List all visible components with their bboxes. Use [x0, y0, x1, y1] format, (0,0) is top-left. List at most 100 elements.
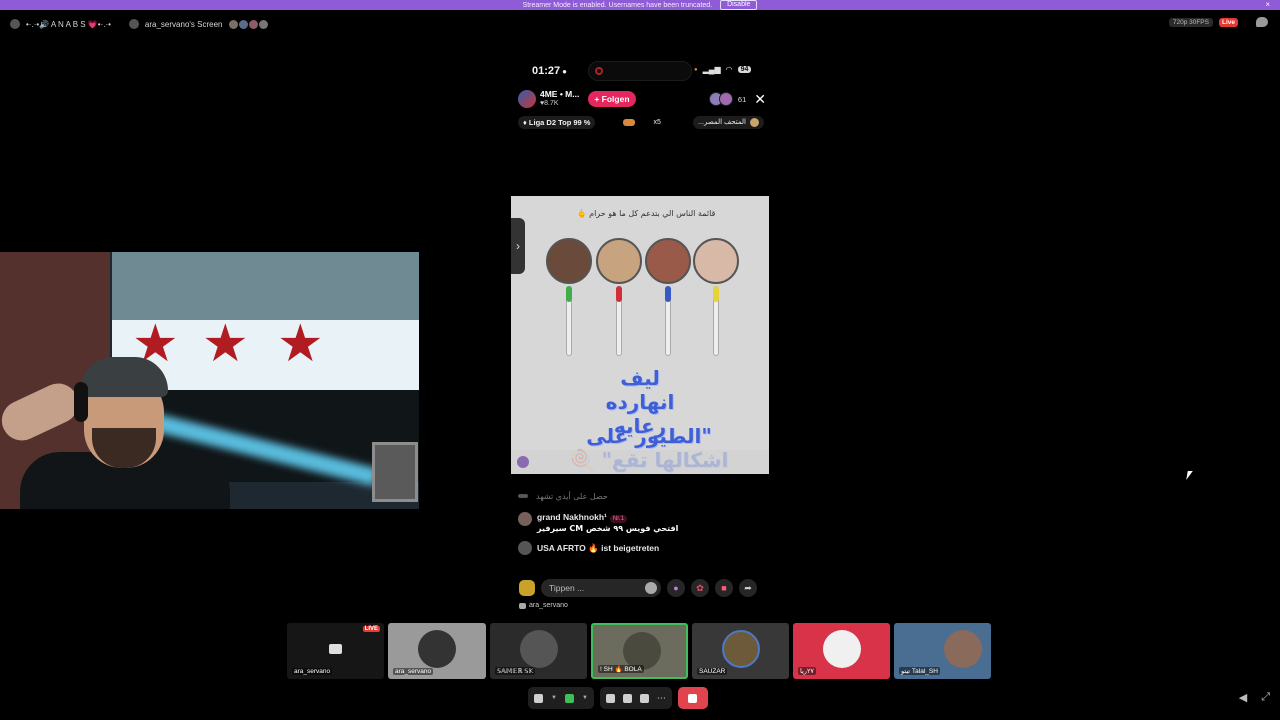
chat-text: افتحي فويس ٩٩ شخص CM سيرفير: [537, 524, 679, 533]
gift-box-icon[interactable]: ■: [715, 579, 733, 597]
participant-tile-speaking[interactable]: ! SH 🔥 BOLA: [591, 623, 688, 679]
lollipop-photo: [596, 238, 642, 356]
chevron-down-icon[interactable]: ▼: [551, 695, 557, 701]
speaker-icon: [10, 19, 20, 29]
call-header: •·.·•🔊 A N A B S 💗•·.·• ara_servano's Sc…: [10, 16, 268, 32]
tile-label: ara_servano: [292, 668, 333, 675]
join-notice: USA AFRTO 🔥 ist beigetreten: [518, 541, 768, 555]
host-name: 4ME • M...: [540, 89, 580, 99]
participant-tile[interactable]: تيتو Talal_SH: [894, 623, 991, 679]
chat-toggle-icon[interactable]: [519, 580, 535, 596]
live-info-row: ♦ Liga D2 Top 99 % x5 ...المتحف المصر: [518, 115, 764, 129]
lollipop-photo: [645, 238, 691, 356]
live-host-row: 4ME • M... ♥8.7K + Folgen 61 ✕: [518, 89, 766, 109]
picture-frame: [372, 442, 418, 502]
media-controls: ▼ ▼: [528, 687, 594, 709]
stream-info: 720p 30FPS Live: [1168, 17, 1268, 27]
view-controls: ◀ ⤢: [1239, 691, 1270, 704]
comment-bar: Tippen ... ● ✿ ■ ➦: [519, 579, 767, 597]
live-badge: Live: [1218, 17, 1238, 27]
soundboard-icon[interactable]: [639, 693, 649, 703]
participant-tile[interactable]: 𝕊𝔸𝕄𝔼ℝ 𝕊𝕂: [490, 623, 587, 679]
banner-text: Streamer Mode is enabled. Usernames have…: [522, 1, 713, 9]
phone-time: 01:27: [532, 65, 561, 77]
fullscreen-icon[interactable]: ⤢: [1261, 691, 1270, 704]
stream-video-card: › قائمة الناس الي بتدعم كل ما هو حرام 🖕 …: [511, 196, 769, 474]
gift-indicator: x5: [623, 118, 661, 126]
action-controls: ⋯: [599, 687, 672, 709]
overlay-avatar: [517, 456, 529, 468]
screen-title: ara_servano's Screen: [144, 19, 223, 29]
lollipop-photo: [693, 238, 739, 356]
screen-share-icon[interactable]: [605, 693, 615, 703]
participant-tile[interactable]: ٢٧ريا: [793, 623, 890, 679]
tile-label: ! SH 🔥 BOLA: [598, 665, 644, 673]
volume-icon[interactable]: ◀: [1239, 691, 1247, 704]
disable-streamer-mode-button[interactable]: Disable: [720, 0, 758, 10]
chat-username[interactable]: grand Nakhnokh¹: [537, 512, 607, 522]
tile-label: ٢٧ريا: [798, 667, 816, 675]
chat-avatar: [518, 512, 532, 526]
streamer-tag: ara_servano: [519, 602, 568, 609]
microphone-icon[interactable]: [534, 693, 543, 703]
tile-label: تيتو Talal_SH: [899, 667, 940, 675]
voice-channel-name[interactable]: •·.·•🔊 A N A B S 💗•·.·•: [26, 20, 111, 29]
camera-icon[interactable]: [564, 693, 574, 703]
watcher-avatars[interactable]: [228, 19, 268, 29]
dynamic-island: [588, 61, 692, 81]
record-icon: [595, 67, 603, 75]
orange-dot-icon: ●: [694, 66, 698, 73]
comment-input[interactable]: Tippen ...: [541, 579, 661, 597]
gift-icon: [623, 118, 636, 126]
wifi-icon: ◠: [725, 65, 733, 74]
chat-icon[interactable]: [1256, 17, 1268, 27]
chat-message-faded: حصل على أيدي تشهد: [518, 489, 768, 503]
share-icon[interactable]: ➦: [739, 579, 757, 597]
more-icon[interactable]: ⋯: [657, 693, 666, 704]
streamer-mode-banner: Streamer Mode is enabled. Usernames have…: [0, 0, 1280, 10]
participant-tiles: LIVE ara_servano ara_servano 𝕊𝔸𝕄𝔼ℝ 𝕊𝕂 ! …: [287, 623, 991, 679]
end-stream-button[interactable]: [677, 687, 708, 709]
live-chat: حصل على أيدي تشهد grand Nakhnokh¹ Nr.1 اف…: [518, 489, 768, 555]
viewer-count: 61: [737, 94, 747, 104]
card-overlay-row: [511, 450, 769, 474]
side-panel-tab[interactable]: ›: [511, 218, 525, 274]
tile-label: SAUZAR: [697, 668, 728, 675]
people-icon[interactable]: ●: [667, 579, 685, 597]
rank-badge[interactable]: ...المتحف المصر: [693, 115, 764, 129]
end-stream-icon: [688, 693, 698, 703]
mouse-cursor: [1186, 471, 1193, 480]
host-likes: ♥8.7K: [540, 100, 559, 107]
close-icon[interactable]: ×: [1265, 0, 1270, 10]
faded-avatar: [518, 494, 528, 498]
emoji-icon[interactable]: [645, 582, 657, 594]
person-icon: ●: [562, 66, 567, 76]
chat-message: grand Nakhnokh¹ Nr.1 افتحي فويس ٩٩ شخص CM…: [518, 512, 768, 533]
small-chat-icon: [519, 602, 526, 609]
tile-live-badge: LIVE: [362, 626, 380, 632]
tile-label: 𝕊𝔸𝕄𝔼ℝ 𝕊𝕂: [495, 667, 536, 675]
viewer-avatars[interactable]: [708, 92, 733, 106]
user-avatar: [128, 19, 139, 29]
host-avatar: [518, 90, 536, 108]
activities-icon[interactable]: [622, 693, 632, 703]
lollipop-photo: [546, 238, 592, 356]
participant-tile[interactable]: LIVE ara_servano: [287, 623, 384, 679]
rose-icon[interactable]: ✿: [691, 579, 709, 597]
participant-tile[interactable]: SAUZAR: [692, 623, 789, 679]
phone-status-icons: ● ▂▄▆ ◠ 94: [694, 65, 752, 74]
gift-count: x5: [653, 118, 661, 126]
chevron-down-icon[interactable]: ▼: [582, 695, 588, 701]
call-controls: ▼ ▼ ⋯: [528, 686, 708, 710]
tile-label: ara_servano: [393, 668, 434, 675]
battery-level: 94: [737, 66, 752, 73]
signal-icon: ▂▄▆: [702, 65, 721, 74]
join-avatar: [518, 541, 532, 555]
webcam-feed: ★ ★ ★: [0, 252, 419, 509]
participant-tile[interactable]: ara_servano: [388, 623, 486, 679]
close-live-icon[interactable]: ✕: [754, 92, 766, 106]
quality-badge: 720p 30FPS: [1168, 17, 1213, 27]
follow-button[interactable]: + Folgen: [588, 91, 636, 107]
league-badge[interactable]: ♦ Liga D2 Top 99 %: [518, 115, 596, 129]
rank-badge-small: Nr.1: [609, 515, 627, 523]
